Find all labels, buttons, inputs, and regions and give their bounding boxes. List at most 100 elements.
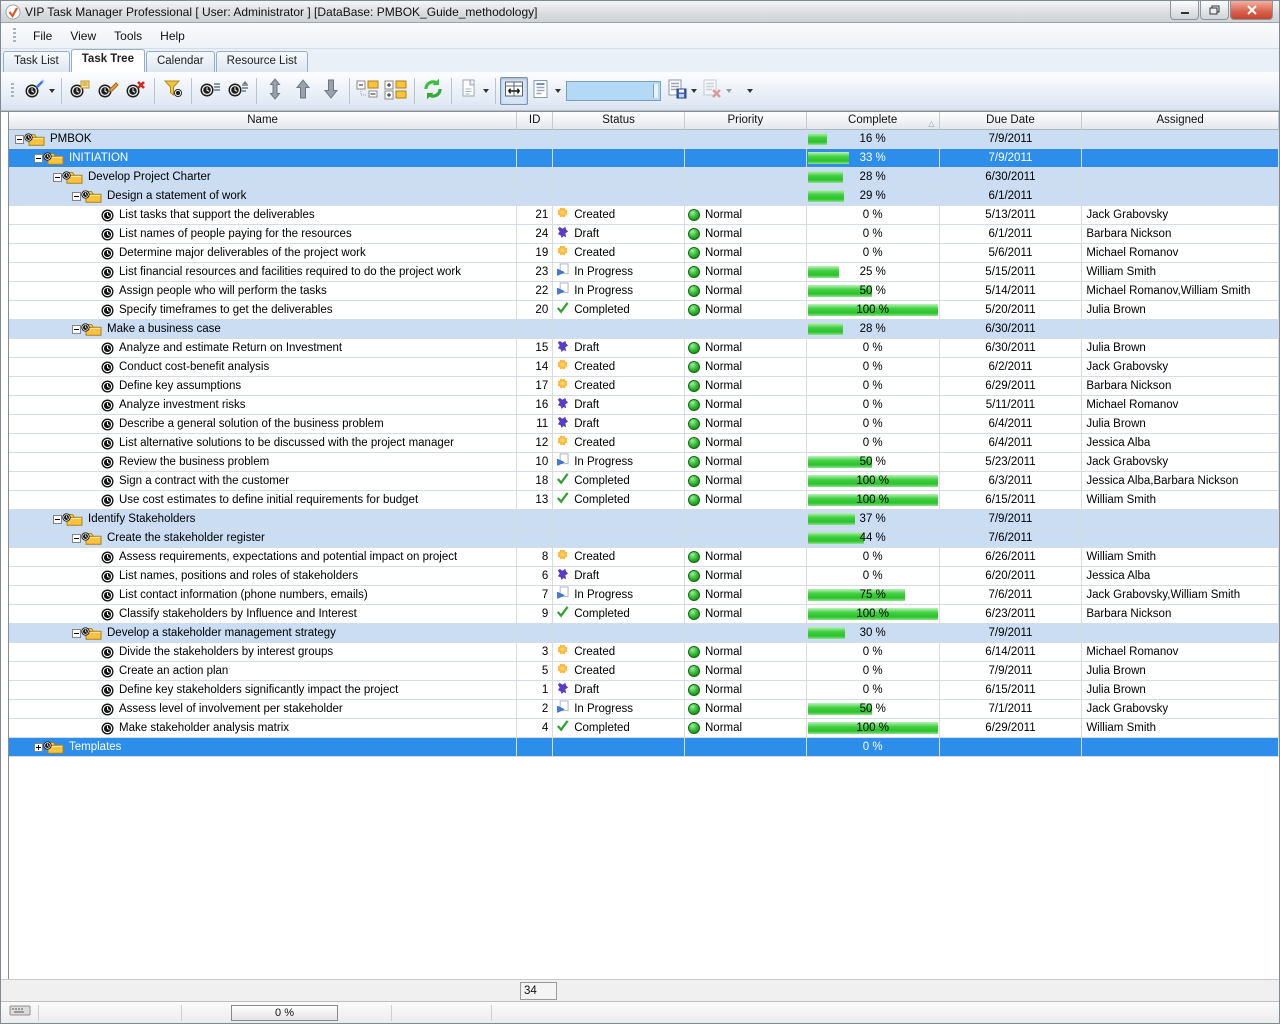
task-row[interactable]: List contact information (phone numbers,… [9, 586, 1279, 605]
group-row[interactable]: Make a business case28 %6/30/2011 [9, 320, 1279, 339]
refresh-button[interactable] [419, 77, 447, 105]
status-cell: Created [553, 358, 685, 377]
menu-item-view[interactable]: View [61, 26, 105, 46]
move-up-button[interactable] [289, 77, 317, 105]
task-row[interactable]: Assess requirements, expectations and po… [9, 548, 1279, 567]
task-row[interactable]: Define key stakeholders significantly im… [9, 681, 1279, 700]
add-task-button[interactable] [66, 77, 94, 105]
task-row[interactable]: Define key assumptions17CreatedNormal0 %… [9, 377, 1279, 396]
task-row[interactable]: List tasks that support the deliverables… [9, 206, 1279, 225]
task-row[interactable]: Describe a general solution of the busin… [9, 415, 1279, 434]
collapse-expander-icon[interactable] [53, 173, 62, 182]
complete-cell: 33 % [807, 149, 940, 168]
fit-columns-button[interactable] [500, 77, 528, 105]
toolbar-separator [495, 78, 496, 104]
group-row[interactable]: Develop Project Charter28 %6/30/2011 [9, 168, 1279, 187]
group-row[interactable]: Create the stakeholder register44 %7/6/2… [9, 529, 1279, 548]
export-button[interactable] [456, 77, 491, 105]
complete-label: 0 % [807, 567, 939, 585]
collapse-expander-icon[interactable] [53, 515, 62, 524]
due-date: 6/29/2011 [985, 722, 1035, 734]
task-history-button[interactable] [224, 77, 252, 105]
clock-icon [101, 684, 114, 697]
column-header-id[interactable]: ID [517, 112, 553, 130]
assigned-cell: Jack Grabovsky [1082, 700, 1279, 719]
group-row[interactable]: Templates0 % [9, 738, 1279, 757]
move-down-button[interactable] [317, 77, 345, 105]
collapse-expander-icon[interactable] [72, 192, 81, 201]
remove-layout-button[interactable] [699, 77, 734, 105]
tab-calendar[interactable]: Calendar [146, 51, 215, 72]
column-header-due[interactable]: Due Date [940, 112, 1083, 130]
task-row[interactable]: Classify stakeholders by Influence and I… [9, 605, 1279, 624]
restore-button[interactable] [1200, 1, 1229, 20]
toolbar-overflow-button[interactable] [734, 77, 762, 105]
close-button[interactable] [1230, 1, 1273, 20]
collapse-all-button[interactable] [354, 77, 382, 105]
minimize-button[interactable] [1170, 1, 1199, 20]
task-row[interactable]: Analyze investment risks16DraftNormal0 %… [9, 396, 1279, 415]
task-row[interactable]: Conduct cost-benefit analysis14CreatedNo… [9, 358, 1279, 377]
group-row[interactable]: INITIATION33 %7/9/2011 [9, 149, 1279, 168]
task-row[interactable]: List names, positions and roles of stake… [9, 567, 1279, 586]
tab-task-tree[interactable]: Task Tree [71, 49, 145, 72]
complete-label: 0 % [807, 548, 939, 566]
layout-combobox[interactable] [566, 81, 661, 101]
column-header-name[interactable]: Name [9, 112, 517, 130]
collapse-expander-icon[interactable] [15, 135, 24, 144]
name-cell: Design a statement of work [9, 187, 517, 206]
task-row[interactable]: Determine major deliverables of the proj… [9, 244, 1279, 263]
task-row[interactable]: Assess level of involvement per stakehol… [9, 700, 1279, 719]
column-header-assigned[interactable]: Assigned [1082, 112, 1279, 130]
task-row[interactable]: List alternative solutions to be discuss… [9, 434, 1279, 453]
new-task-button[interactable] [22, 77, 57, 105]
move-updown-icon [264, 78, 286, 105]
status-cell [553, 168, 685, 187]
task-row[interactable]: Create an action plan5CreatedNormal0 %7/… [9, 662, 1279, 681]
due-date: 5/11/2011 [986, 399, 1035, 411]
layouts-button[interactable] [528, 77, 563, 105]
draft-icon [556, 225, 569, 238]
save-layout-button[interactable] [664, 77, 699, 105]
column-header-status[interactable]: Status [553, 112, 685, 130]
completed-icon [556, 491, 574, 510]
task-row[interactable]: Specify timeframes to get the deliverabl… [9, 301, 1279, 320]
collapse-expander-icon[interactable] [72, 325, 81, 334]
task-row[interactable]: Assign people who will perform the tasks… [9, 282, 1279, 301]
complete-cell: 0 % [807, 434, 940, 453]
priority-cell: Normal [685, 263, 807, 282]
task-row[interactable]: Sign a contract with the customer18Compl… [9, 472, 1279, 491]
group-row[interactable]: PMBOK16 %7/9/2011 [9, 130, 1279, 149]
tab-resource-list[interactable]: Resource List [216, 51, 308, 72]
task-row[interactable]: List financial resources and facilities … [9, 263, 1279, 282]
collapse-expander-icon[interactable] [34, 154, 43, 163]
task-row[interactable]: Analyze and estimate Return on Investmen… [9, 339, 1279, 358]
menu-item-file[interactable]: File [24, 26, 61, 46]
task-row[interactable]: Use cost estimates to define initial req… [9, 491, 1279, 510]
column-header-complete[interactable]: Complete△ [807, 112, 940, 130]
group-row[interactable]: Develop a stakeholder management strateg… [9, 624, 1279, 643]
collapse-expander-icon[interactable] [72, 534, 81, 543]
task-row[interactable]: Make stakeholder analysis matrix4Complet… [9, 719, 1279, 738]
group-row[interactable]: Design a statement of work29 %6/1/2011 [9, 187, 1279, 206]
task-row[interactable]: List names of people paying for the reso… [9, 225, 1279, 244]
menu-item-tools[interactable]: Tools [105, 26, 151, 46]
column-header-priority[interactable]: Priority [685, 112, 807, 130]
group-row[interactable]: Identify Stakeholders37 %7/9/2011 [9, 510, 1279, 529]
task-row[interactable]: Review the business problem10In Progress… [9, 453, 1279, 472]
clock-icon [101, 494, 114, 507]
filter-tasks-button[interactable] [159, 77, 187, 105]
status-cell: Draft [553, 225, 685, 244]
task-row[interactable]: Divide the stakeholders by interest grou… [9, 643, 1279, 662]
edit-task-button[interactable] [94, 77, 122, 105]
complete-cell: 0 % [807, 415, 940, 434]
move-updown-button[interactable] [261, 77, 289, 105]
expand-all-button[interactable] [382, 77, 410, 105]
task-details-button[interactable] [196, 77, 224, 105]
expand-expander-icon[interactable] [34, 743, 43, 752]
menu-item-help[interactable]: Help [151, 26, 194, 46]
collapse-expander-icon[interactable] [72, 629, 81, 638]
tab-task-list[interactable]: Task List [3, 51, 70, 72]
status-cell: Completed [553, 719, 685, 738]
delete-task-button[interactable] [122, 77, 150, 105]
